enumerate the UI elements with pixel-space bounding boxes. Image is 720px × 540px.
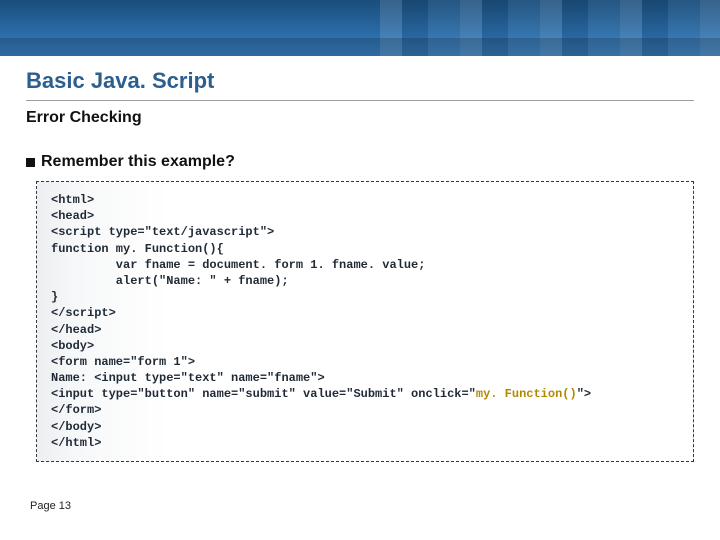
code-line: </form> xyxy=(51,403,101,417)
code-line: </html> xyxy=(51,436,101,450)
code-line: <html> xyxy=(51,193,94,207)
header-banner xyxy=(0,0,720,56)
code-line: <form name="form 1"> xyxy=(51,355,195,369)
code-line: } xyxy=(51,290,58,304)
slide-content: Basic Java. Script Error Checking Rememb… xyxy=(0,56,720,462)
code-line: </body> xyxy=(51,420,101,434)
code-line: </script> xyxy=(51,306,116,320)
code-line: <head> xyxy=(51,209,94,223)
code-line: <body> xyxy=(51,339,94,353)
code-line: alert("Name: " + fname); xyxy=(51,274,289,288)
slide-subtitle: Error Checking xyxy=(26,109,694,127)
code-line: function my. Function(){ xyxy=(51,242,224,256)
code-example-box: <html> <head> <script type="text/javascr… xyxy=(36,181,694,462)
code-line: "> xyxy=(577,387,591,401)
bullet-text: Remember this example? xyxy=(41,153,235,171)
bullet-square-icon xyxy=(26,158,35,167)
code-line: <input type="button" name="submit" value… xyxy=(51,387,476,401)
code-highlight: my. Function() xyxy=(476,387,577,401)
code-line: <script type="text/javascript"> xyxy=(51,225,274,239)
slide-title: Basic Java. Script xyxy=(26,68,694,98)
title-divider xyxy=(26,100,694,101)
bullet-item: Remember this example? xyxy=(26,153,694,171)
page-number: Page 13 xyxy=(30,500,71,512)
code-line: Name: <input type="text" name="fname"> xyxy=(51,371,325,385)
code-line: var fname = document. form 1. fname. val… xyxy=(51,258,425,272)
code-line: </head> xyxy=(51,323,101,337)
